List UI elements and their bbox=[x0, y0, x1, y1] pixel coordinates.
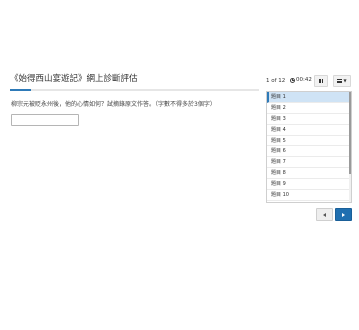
question-list-item[interactable]: 題目 8 bbox=[267, 168, 350, 180]
question-list-toggle-button[interactable]: ▼ bbox=[333, 75, 351, 87]
question-counter: 1 of 12 bbox=[266, 78, 286, 84]
timer: 00:42 bbox=[290, 77, 312, 83]
pause-icon bbox=[319, 79, 323, 83]
clock-icon bbox=[290, 77, 295, 83]
question-list: 題目 1 題目 2 題目 3 題目 4 題目 5 題目 6 題目 7 題目 8 題目 9 題目 1… bbox=[266, 91, 352, 203]
question-list-item[interactable]: 題目 6 bbox=[267, 146, 350, 158]
question-list-item[interactable]: 題目 3 bbox=[267, 114, 350, 125]
progress-bar bbox=[10, 89, 259, 91]
question-list-item[interactable]: 題目 4 bbox=[267, 125, 350, 136]
previous-button[interactable] bbox=[316, 208, 333, 221]
question-list-item[interactable]: 題目 7 bbox=[267, 157, 350, 169]
next-button[interactable] bbox=[335, 208, 352, 221]
page-title: 《始得西山宴遊記》網上診斷評估 bbox=[10, 74, 138, 84]
question-list-item[interactable]: 題目 1 bbox=[267, 92, 350, 103]
progress-bar-fill bbox=[10, 89, 31, 91]
question-list-item[interactable]: 題目 10 bbox=[267, 190, 350, 201]
scrollbar-thumb[interactable] bbox=[349, 92, 351, 174]
caret-left-icon bbox=[323, 212, 326, 217]
scrollbar[interactable] bbox=[349, 92, 351, 202]
question-list-item[interactable]: 題目 5 bbox=[267, 136, 350, 147]
chevron-down-icon: ▼ bbox=[343, 78, 347, 83]
question-text: 柳宗元被貶永州後，他的心情如何？試摘錄原文作答。（字數不得多於3個字） bbox=[11, 101, 216, 108]
question-list-item[interactable]: 題目 2 bbox=[267, 103, 350, 114]
question-list-items: 題目 1 題目 2 題目 3 題目 4 題目 5 題目 6 題目 7 題目 8 題目 9 題目 1… bbox=[267, 92, 350, 201]
pause-button[interactable] bbox=[314, 75, 328, 87]
caret-right-icon bbox=[342, 212, 345, 217]
answer-input[interactable] bbox=[11, 114, 79, 126]
list-icon bbox=[337, 79, 343, 83]
question-list-item[interactable]: 題目 9 bbox=[267, 179, 350, 191]
timer-value: 00:42 bbox=[296, 77, 312, 83]
